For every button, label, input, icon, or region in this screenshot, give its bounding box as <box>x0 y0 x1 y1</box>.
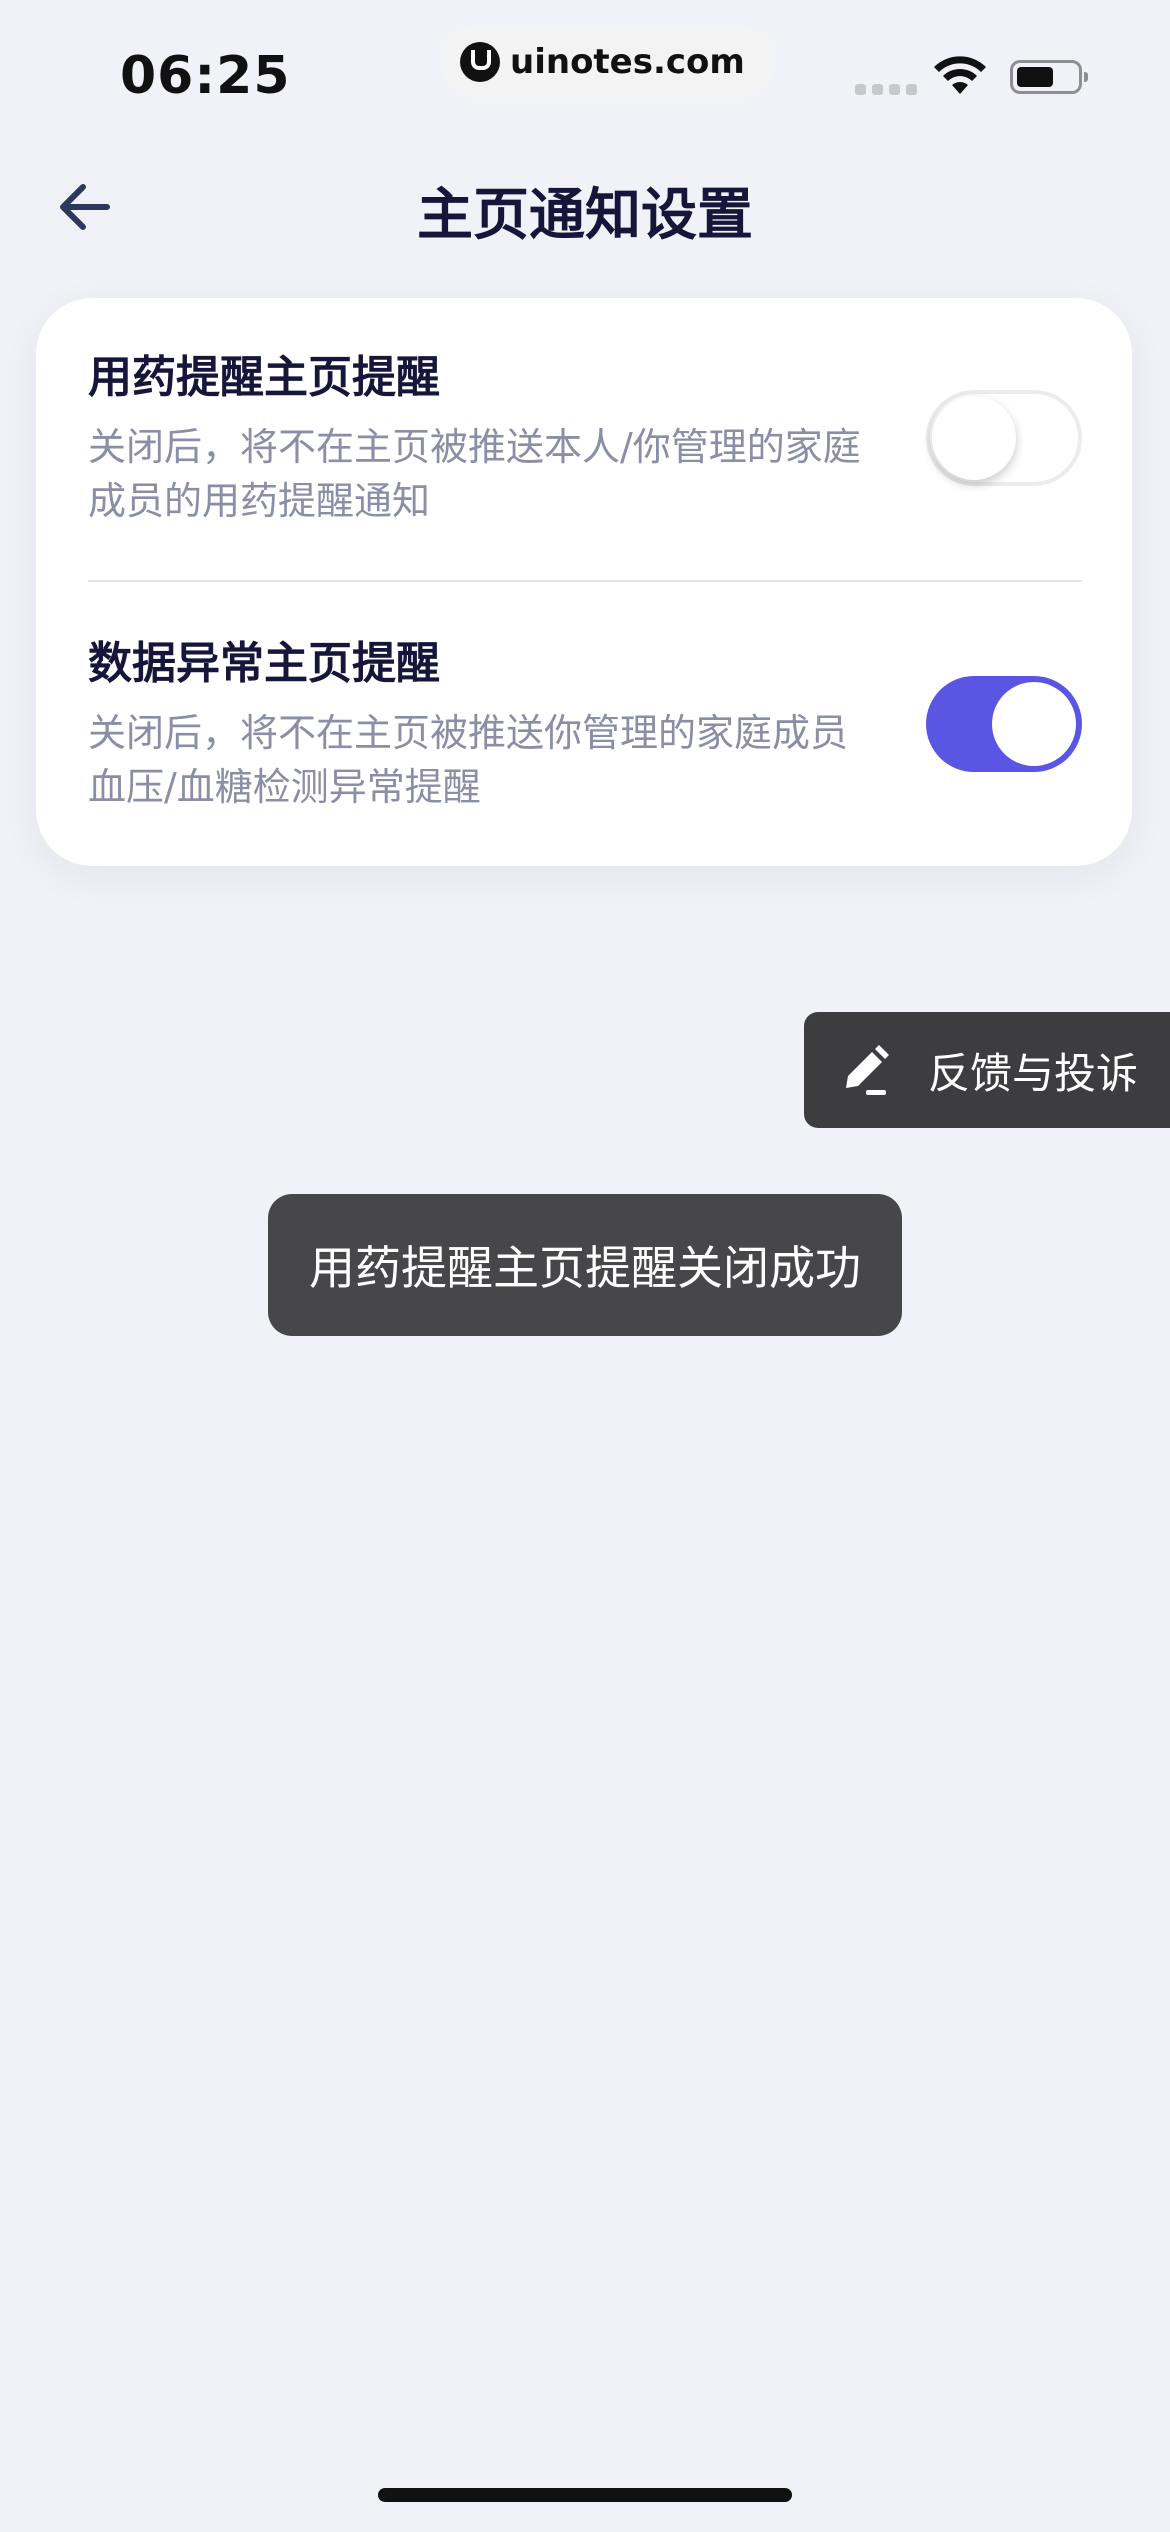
settings-card: 用药提醒主页提醒 关闭后，将不在主页被推送本人/你管理的家庭成员的用药提醒通知 … <box>36 298 1132 866</box>
setting-description: 关闭后，将不在主页被推送你管理的家庭成员血压/血糖检测异常提醒 <box>88 711 849 809</box>
setting-title: 数据异常主页提醒 <box>88 638 440 689</box>
cellular-signal-icon <box>855 84 917 95</box>
battery-icon <box>1010 60 1088 94</box>
feedback-label: 反馈与投诉 <box>928 1048 1139 1098</box>
uinotes-logo-icon <box>460 42 500 82</box>
toggle-knob <box>992 682 1076 766</box>
status-time: 06:25 <box>120 46 291 106</box>
toast-text: 用药提醒主页提醒关闭成功 <box>309 1241 861 1295</box>
watermark-text: uinotes.com <box>510 42 745 82</box>
feedback-button[interactable]: 反馈与投诉 <box>804 1012 1170 1128</box>
home-indicator[interactable] <box>378 2488 792 2502</box>
edit-pen-icon <box>846 1045 889 1095</box>
data-abnormal-toggle[interactable] <box>926 676 1082 772</box>
page-title: 主页通知设置 <box>417 183 753 248</box>
divider <box>88 580 1082 582</box>
setting-title: 用药提醒主页提醒 <box>88 352 440 403</box>
watermark-badge: uinotes.com <box>440 26 775 98</box>
toggle-knob <box>932 396 1016 480</box>
medication-reminder-toggle[interactable] <box>926 390 1082 486</box>
setting-description: 关闭后，将不在主页被推送本人/你管理的家庭成员的用药提醒通知 <box>88 425 861 523</box>
wifi-icon <box>934 56 986 94</box>
toast-message: 用药提醒主页提醒关闭成功 <box>268 1194 902 1336</box>
